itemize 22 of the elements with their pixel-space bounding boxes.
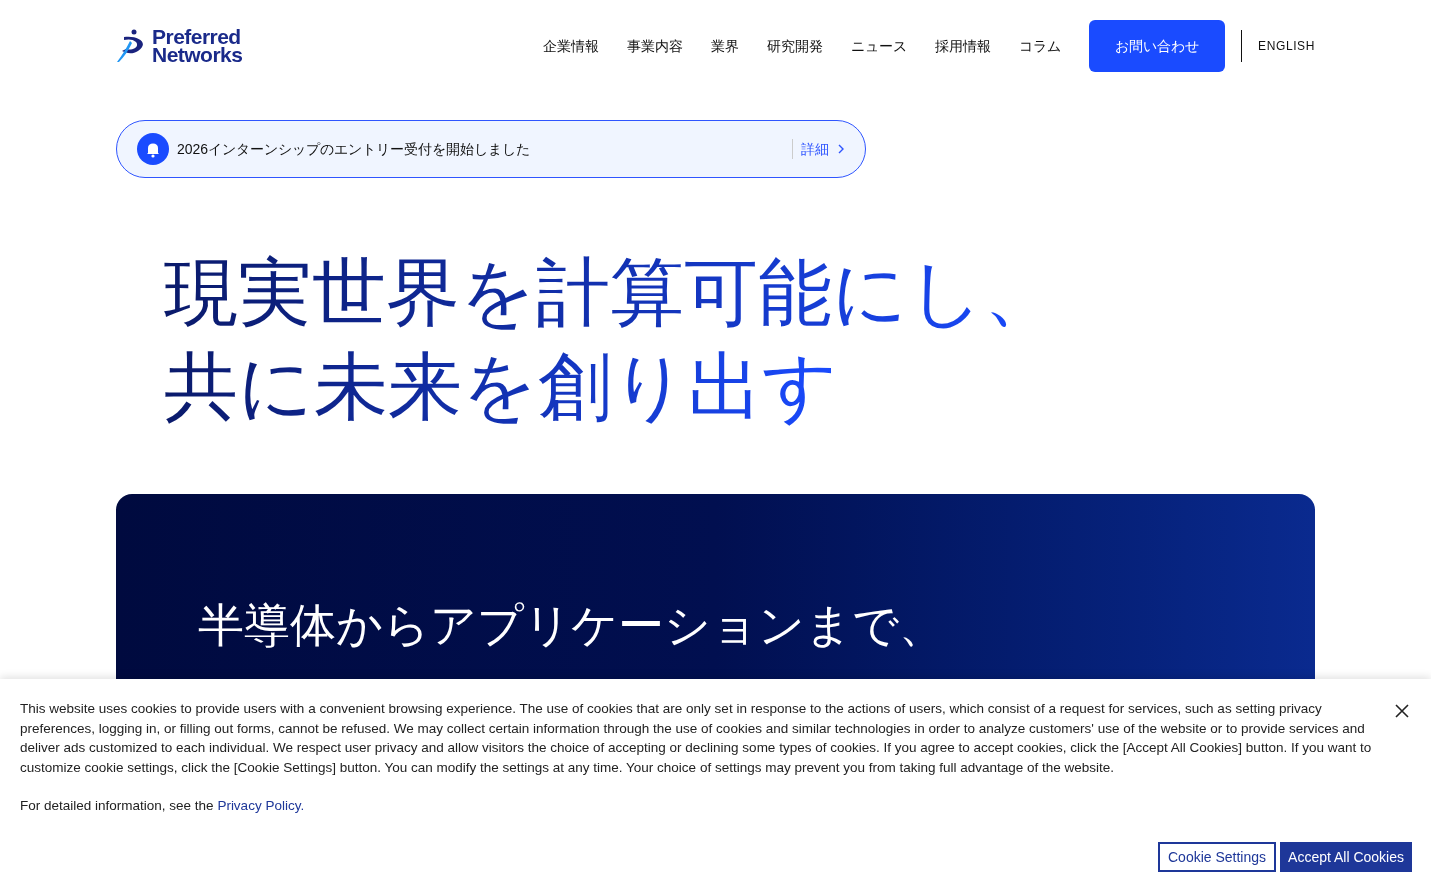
language-link[interactable]: ENGLISH [1258,37,1315,55]
cookie-text: This website uses cookies to provide users with a convenient browsing experience. The use of cookies that are only set in response to the actions of users, which consist of a request for services, such as setting privacy preferences, logging in, or filling out forms, cannot be refused. We may collect certain information through the use of cookies and similar technologies in order to analyze customers' use of the website or to provide services and deliver ads customized to each individual. We respect user privacy and allow visitors the choice of accepting or declining some types of cookies. If you agree to accept cookies, click the [Accept All Cookies] button. If you want to customize cookie settings, click the [Cookie Settings] button. You can modify the settings at any time. Your choice of settings may prevent you from taking full advantage of the website. [20,700,1373,777]
notice-text: 2026インターンシップのエントリー受付を開始しました [177,139,531,159]
nav-link[interactable]: 採用情報 [935,35,992,57]
logo-text: Preferred [152,28,241,46]
nav-link[interactable]: 企業情報 [543,35,600,57]
chevron-right-icon [837,144,845,154]
nav-link[interactable]: ニュース [851,35,908,57]
panel-heading: 半導体からアプリケーションまで、 [198,598,945,653]
accept-cookies-button[interactable]: Accept All Cookies [1280,842,1412,872]
nav-link[interactable]: 研究開発 [767,35,824,57]
details-link[interactable]: 詳細 [801,138,845,160]
nav-link[interactable]: コラム [1019,35,1062,57]
privacy-text: For detailed information, see the Privacy Policy. [20,797,306,815]
close-icon[interactable] [1395,703,1411,719]
privacy-link[interactable]: Privacy Policy. [217,798,305,813]
bell-icon [137,133,169,165]
contact-button[interactable]: お問い合わせ [1089,20,1226,72]
logo-text: Networks [152,46,243,64]
nav-link[interactable]: 事業内容 [627,35,684,57]
cookie-settings-button[interactable]: Cookie Settings [1158,842,1277,872]
nav-link[interactable]: 業界 [711,35,740,57]
